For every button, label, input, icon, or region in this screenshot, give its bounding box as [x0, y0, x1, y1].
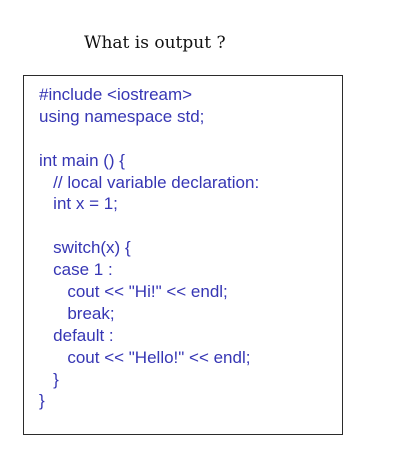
- code-line: break;: [39, 303, 115, 323]
- code-line: int main () {: [39, 150, 125, 170]
- code-listing: #include <iostream> using namespace std;…: [39, 84, 259, 412]
- code-line: cout << "Hello!" << endl;: [39, 347, 251, 367]
- code-line: default :: [39, 325, 114, 345]
- question-title: What is output ?: [84, 33, 226, 53]
- code-line: cout << "Hi!" << endl;: [39, 282, 228, 302]
- code-box: #include <iostream> using namespace std;…: [23, 75, 343, 435]
- code-line: }: [39, 391, 45, 411]
- code-line: switch(x) {: [39, 238, 131, 258]
- code-line: }: [39, 369, 59, 389]
- code-line: int x = 1;: [39, 194, 118, 214]
- code-line: case 1 :: [39, 260, 113, 280]
- code-line: // local variable declaration:: [39, 172, 260, 192]
- code-line: using namespace std;: [39, 106, 205, 126]
- code-line: #include <iostream>: [39, 85, 193, 104]
